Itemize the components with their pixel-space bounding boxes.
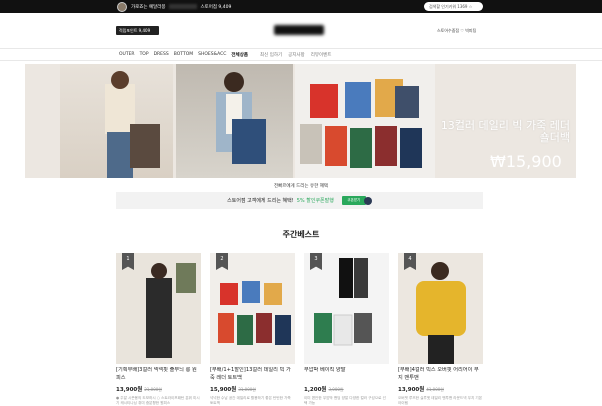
- product-image[interactable]: 1: [116, 253, 201, 364]
- product-card[interactable]: 2 [무배/1+1할인]13컬러 데일리 빅 가죽 레더 토트백 15,900원…: [210, 253, 295, 406]
- banner-headline: 13컬러 데일리 빅 가죽 레더 숄더백: [440, 119, 570, 144]
- greeting-text: 가로죠는 예달라몽 스토어점 9,409: [131, 3, 232, 10]
- banner-photo-model-1: [60, 64, 173, 178]
- product-name[interactable]: [무배]4컬러 빅스 오버핏 어리어이 무지 맨투맨: [398, 367, 483, 382]
- product-card[interactable]: 4 [무배]4컬러 빅스 오버핏 어리어이 무지 맨투맨 13,900원 41,0…: [398, 253, 483, 406]
- menu-outer[interactable]: OUTER: [119, 52, 135, 58]
- category-menu: OUTER TOP DRESS BOTTOM SHOES&ACC 전체상품 최신…: [0, 48, 602, 61]
- product-image[interactable]: 2: [210, 253, 295, 364]
- main-banner[interactable]: 13컬러 데일리 빅 가죽 레더 숄더백 ₩15,900: [25, 64, 576, 178]
- coupon-percent: 5% 할인쿠폰발행: [296, 198, 334, 204]
- product-price: 13,900원 41,000원: [398, 387, 444, 393]
- banner-photo-model-2: [176, 64, 293, 178]
- banner-photo-bags: [295, 64, 435, 178]
- logo[interactable]: [274, 25, 324, 35]
- greeting-suffix: 스토어점 9,409: [200, 4, 232, 10]
- banner-price: ₩15,900: [490, 152, 562, 171]
- menu-shoes-acc[interactable]: SHOES&ACC: [198, 52, 226, 58]
- greeting-prefix: 가로죠는 예달라몽: [131, 4, 166, 10]
- product-card[interactable]: 1 [기획무배]3컬러 넥넥핏 출무늬 롱 원피스 13,900원 21,000원…: [116, 253, 201, 406]
- coupon-bar[interactable]: 스토어점 고객에게 드리는 혜택! 5% 할인쿠폰발행 쿠폰받기: [116, 192, 483, 209]
- product-card[interactable]: 3 무압박 베이직 양말 1,200원 3,000원 이미 편안한 무압박 밴딩 …: [304, 253, 389, 406]
- top-bar: 가로죠는 예달라몽 스토어점 9,409 검색할 인기키워 1369 ☆: [0, 0, 602, 13]
- download-icon[interactable]: [363, 196, 372, 205]
- product-desc: 오버핏 루즈한 실루엣 데일리 맨투맨 라운드넥 무지 기본 아이템: [398, 396, 483, 405]
- product-name[interactable]: 무압박 베이직 양말: [304, 367, 389, 382]
- product-desc: ● 주말 시즌용의 도보하시 ○ 스트라이프패턴 분위 미시기 캐시티나닝 취미…: [116, 396, 200, 405]
- product-price: 13,900원 21,000원: [116, 387, 162, 393]
- avatar[interactable]: [117, 1, 127, 12]
- menu-dress[interactable]: DRESS: [154, 52, 169, 58]
- blurred-name: [169, 3, 197, 9]
- menu-new-arrivals[interactable]: 최신 입하기: [260, 52, 282, 58]
- coupon-text: 스토어점 고객에게 드리는 혜택!: [227, 198, 294, 204]
- product-name[interactable]: [무배/1+1할인]13컬러 데일리 빅 가죽 레더 토트백: [210, 367, 295, 382]
- product-image[interactable]: 3: [304, 253, 389, 364]
- menu-review-event[interactable]: 리뷰이벤트: [311, 52, 332, 58]
- section-title: 주간베스트: [282, 230, 320, 239]
- coupon-button[interactable]: 쿠폰받기: [341, 196, 366, 205]
- menu-top[interactable]: TOP: [140, 52, 149, 58]
- header-links[interactable]: 스토어수줌점 ♡ 빅피팅: [437, 28, 476, 34]
- benefit-caption: 전빠르에게 드리는 유한 혜택: [274, 184, 328, 189]
- product-desc: 넉넉한 수납 공간 데일리로 활용하기 좋은 탄탄한 가죽 토트백: [210, 396, 291, 405]
- product-price: 15,900원 31,000원: [210, 387, 256, 393]
- search-input[interactable]: 검색할 인기키워 1369 ☆: [424, 2, 483, 11]
- menu-bottom[interactable]: BOTTOM: [174, 52, 193, 58]
- product-price: 1,200원 3,000원: [304, 387, 344, 393]
- product-name[interactable]: [기획무배]3컬러 넥넥핏 출무늬 롱 원피스: [116, 367, 201, 382]
- product-image[interactable]: 4: [398, 253, 483, 364]
- menu-notice[interactable]: 공지사항: [288, 52, 305, 58]
- product-desc: 이미 편안한 무압박 밴딩 양말 다양한 컬러 구성으로 선택 가능: [304, 396, 386, 405]
- menu-all-products[interactable]: 전체상품: [231, 52, 248, 58]
- points-button[interactable]: 적립포인트 9,409: [116, 26, 159, 35]
